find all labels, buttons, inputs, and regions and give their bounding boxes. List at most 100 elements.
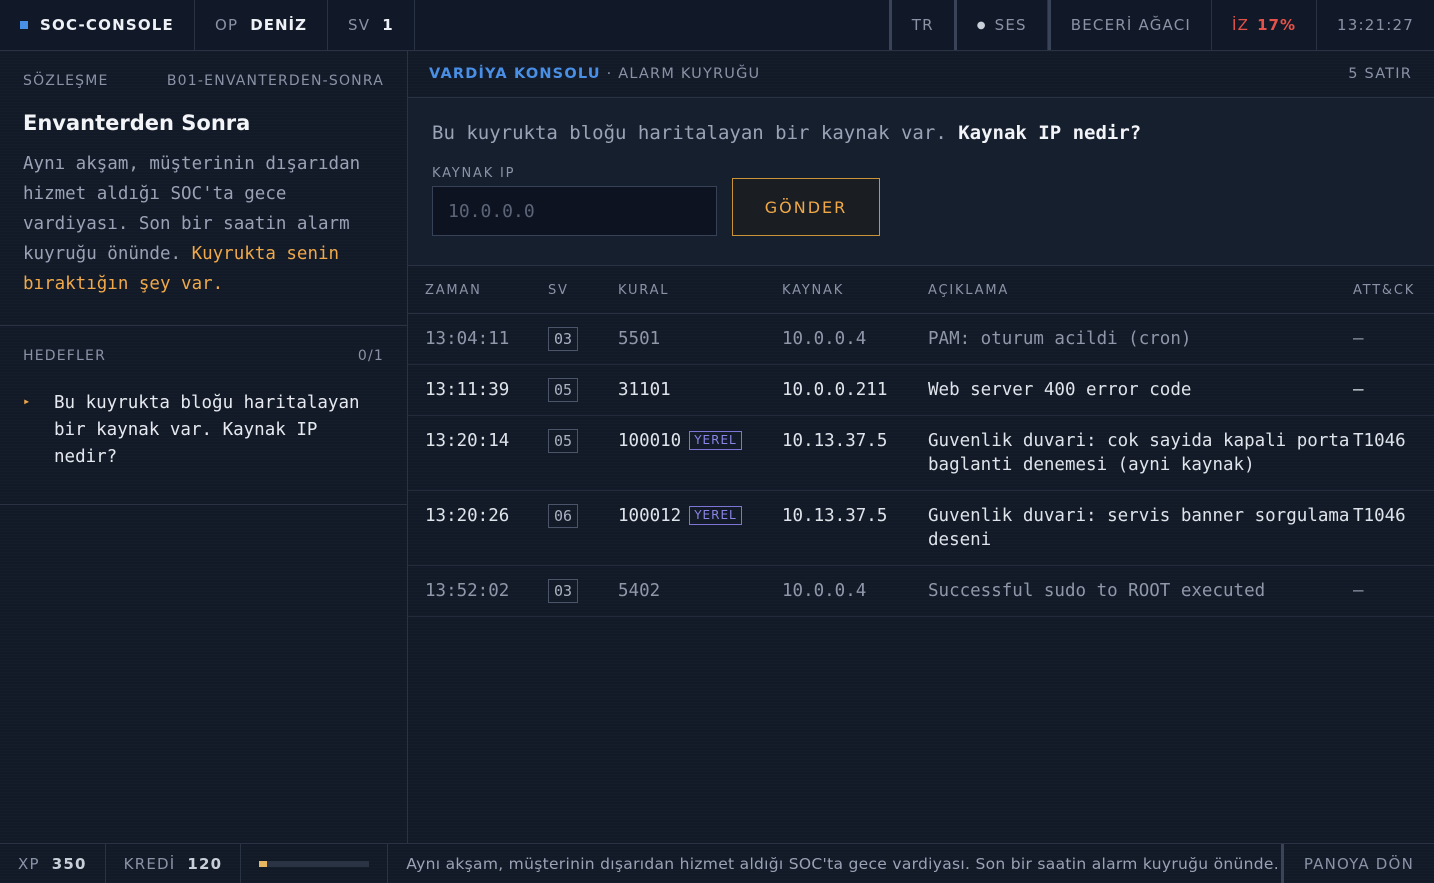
credit-label: KREDİ	[123, 854, 176, 873]
row-source: 10.0.0.4	[782, 565, 928, 617]
language-button[interactable]: TR	[888, 0, 954, 50]
main-panel: VARDİYA KONSOLU · ALARM KUYRUĞU 5 SATIR …	[408, 51, 1434, 843]
row-source: 10.0.0.4	[782, 313, 928, 365]
main-header: VARDİYA KONSOLU · ALARM KUYRUĞU 5 SATIR	[408, 51, 1434, 98]
clock: 13:21:27	[1317, 0, 1434, 50]
goals-header: HEDEFLER 0/1	[23, 348, 384, 364]
severity-badge: 03	[548, 326, 579, 351]
back-to-dashboard-button[interactable]: PANOYA DÖN	[1280, 844, 1434, 883]
xp-progress-fill	[259, 860, 267, 867]
row-attack: —	[1353, 565, 1434, 617]
row-rule: 100012 YEREL	[618, 490, 782, 566]
table-row[interactable]: 13:52:02 03 5402 10.0.0.4 Successful sud…	[408, 565, 1434, 617]
op-value: DENİZ	[250, 16, 307, 34]
rule-id: 100012	[618, 505, 682, 526]
table-row[interactable]: 13:04:11 03 5501 10.0.0.4 PAM: oturum ac…	[408, 313, 1434, 365]
row-sv: 03	[548, 565, 618, 617]
table-row[interactable]: 13:11:39 05 31101 10.0.0.211 Web server …	[408, 364, 1434, 416]
question-prefix: Bu kuyrukta bloğu haritalayan bir kaynak…	[432, 122, 959, 144]
row-time: 13:11:39	[408, 364, 548, 416]
question-text: Bu kuyrukta bloğu haritalayan bir kaynak…	[432, 122, 1410, 144]
severity-badge: 03	[548, 578, 579, 603]
row-description: Successful sudo to ROOT executed	[928, 565, 1353, 617]
left-panel: SÖZLEŞME B01-ENVANTERDEN-SONRA Envanterd…	[0, 51, 408, 843]
row-source: 10.0.0.211	[782, 364, 928, 416]
skill-tree-button[interactable]: BECERİ AĞACI	[1047, 0, 1213, 50]
goal-text: Bu kuyrukta bloğu haritalayan bir kaynak…	[54, 393, 360, 467]
row-sv: 05	[548, 415, 618, 491]
row-rule: 5501	[618, 313, 782, 365]
row-attack: —	[1353, 364, 1434, 416]
main-title: VARDİYA KONSOLU	[429, 66, 601, 82]
row-description: PAM: oturum acildi (cron)	[928, 313, 1353, 365]
col-rule: KURAL	[618, 266, 782, 314]
contract-code: B01-ENVANTERDEN-SONRA	[166, 73, 384, 89]
question-box: Bu kuyrukta bloğu haritalayan bir kaynak…	[408, 98, 1434, 266]
row-attack-link[interactable]: T1046	[1353, 415, 1434, 491]
alert-table: ZAMAN SV KURAL KAYNAK AÇIKLAMA ATT&CK 13…	[408, 266, 1434, 617]
question-bold: Kaynak IP nedir?	[958, 122, 1142, 144]
col-time: ZAMAN	[408, 266, 548, 314]
back-label: PANOYA DÖN	[1303, 854, 1414, 873]
row-source: 10.13.37.5	[782, 490, 928, 566]
contract-title: Envanterden Sonra	[23, 111, 251, 135]
row-attack-link[interactable]: T1046	[1353, 490, 1434, 566]
sv-label: SV	[348, 16, 371, 34]
contract-section: SÖZLEŞME B01-ENVANTERDEN-SONRA Envanterd…	[0, 51, 407, 326]
row-sv: 05	[548, 364, 618, 416]
row-rule: 100010 YEREL	[618, 415, 782, 491]
goal-arrow-icon: ▸	[23, 394, 31, 408]
top-bar: SOC-CONSOLE OP DENİZ SV 1 TR ● SES BECER…	[0, 0, 1434, 51]
trace-label: İZ	[1232, 16, 1250, 34]
row-rule: 5402	[618, 565, 782, 617]
brand-label: SOC-CONSOLE	[40, 16, 175, 34]
goals-section: HEDEFLER 0/1 ▸ Bu kuyrukta bloğu harital…	[0, 326, 407, 505]
sound-toggle[interactable]: ● SES	[953, 0, 1048, 50]
row-source: 10.13.37.5	[782, 415, 928, 491]
severity-badge: 06	[548, 503, 579, 528]
contract-description: Aynı akşam, müşterinin dışarıdan hizmet …	[23, 149, 384, 299]
main-subtitle: · ALARM KUYRUĞU	[606, 66, 761, 82]
trace-value: 17%	[1257, 16, 1297, 34]
local-rule-badge: YEREL	[689, 430, 742, 450]
source-ip-input[interactable]	[432, 186, 717, 236]
brand: SOC-CONSOLE	[0, 0, 196, 50]
rule-id: 100010	[618, 430, 682, 451]
sound-label: SES	[994, 16, 1027, 34]
footer-bar: XP 350 KREDİ 120 Aynı akşam, müşterinin …	[0, 843, 1434, 883]
sound-dot-icon: ●	[976, 19, 987, 31]
language-label: TR	[911, 16, 934, 34]
trace-indicator: İZ 17%	[1212, 0, 1318, 50]
row-time: 13:20:26	[408, 490, 548, 566]
goal-item: ▸ Bu kuyrukta bloğu haritalayan bir kayn…	[23, 390, 384, 471]
answer-row: GÖNDER	[432, 178, 1410, 236]
main-title-group: VARDİYA KONSOLU · ALARM KUYRUĞU	[429, 66, 760, 82]
goals-label: HEDEFLER	[23, 348, 107, 364]
table-header-row: ZAMAN SV KURAL KAYNAK AÇIKLAMA ATT&CK	[408, 266, 1434, 314]
row-description: Web server 400 error code	[928, 364, 1353, 416]
xp-indicator: XP 350	[0, 844, 106, 883]
operator-indicator: OP DENİZ	[195, 0, 328, 50]
xp-label: XP	[18, 854, 40, 873]
row-count: 5 SATIR	[1348, 66, 1412, 82]
col-attack: ATT&CK	[1353, 266, 1434, 314]
row-attack: —	[1353, 313, 1434, 365]
row-sv: 03	[548, 313, 618, 365]
col-description: AÇIKLAMA	[928, 266, 1353, 314]
xp-progress-bar	[259, 860, 370, 867]
table-row[interactable]: 13:20:14 05 100010 YEREL 10.13.37.5 Guven…	[408, 415, 1434, 491]
submit-button[interactable]: GÖNDER	[732, 178, 880, 236]
row-time: 13:20:14	[408, 415, 548, 491]
op-label: OP	[215, 16, 239, 34]
contract-header: SÖZLEŞME B01-ENVANTERDEN-SONRA	[23, 73, 384, 89]
xp-progress-cell	[241, 844, 389, 883]
row-time: 13:04:11	[408, 313, 548, 365]
col-sv: SV	[548, 266, 618, 314]
table-row[interactable]: 13:20:26 06 100012 YEREL 10.13.37.5 Guven…	[408, 490, 1434, 566]
source-ip-label: KAYNAK IP	[432, 166, 516, 181]
sv-value: 1	[382, 16, 394, 34]
xp-value: 350	[51, 854, 87, 873]
goals-count: 0/1	[357, 348, 384, 364]
row-sv: 06	[548, 490, 618, 566]
